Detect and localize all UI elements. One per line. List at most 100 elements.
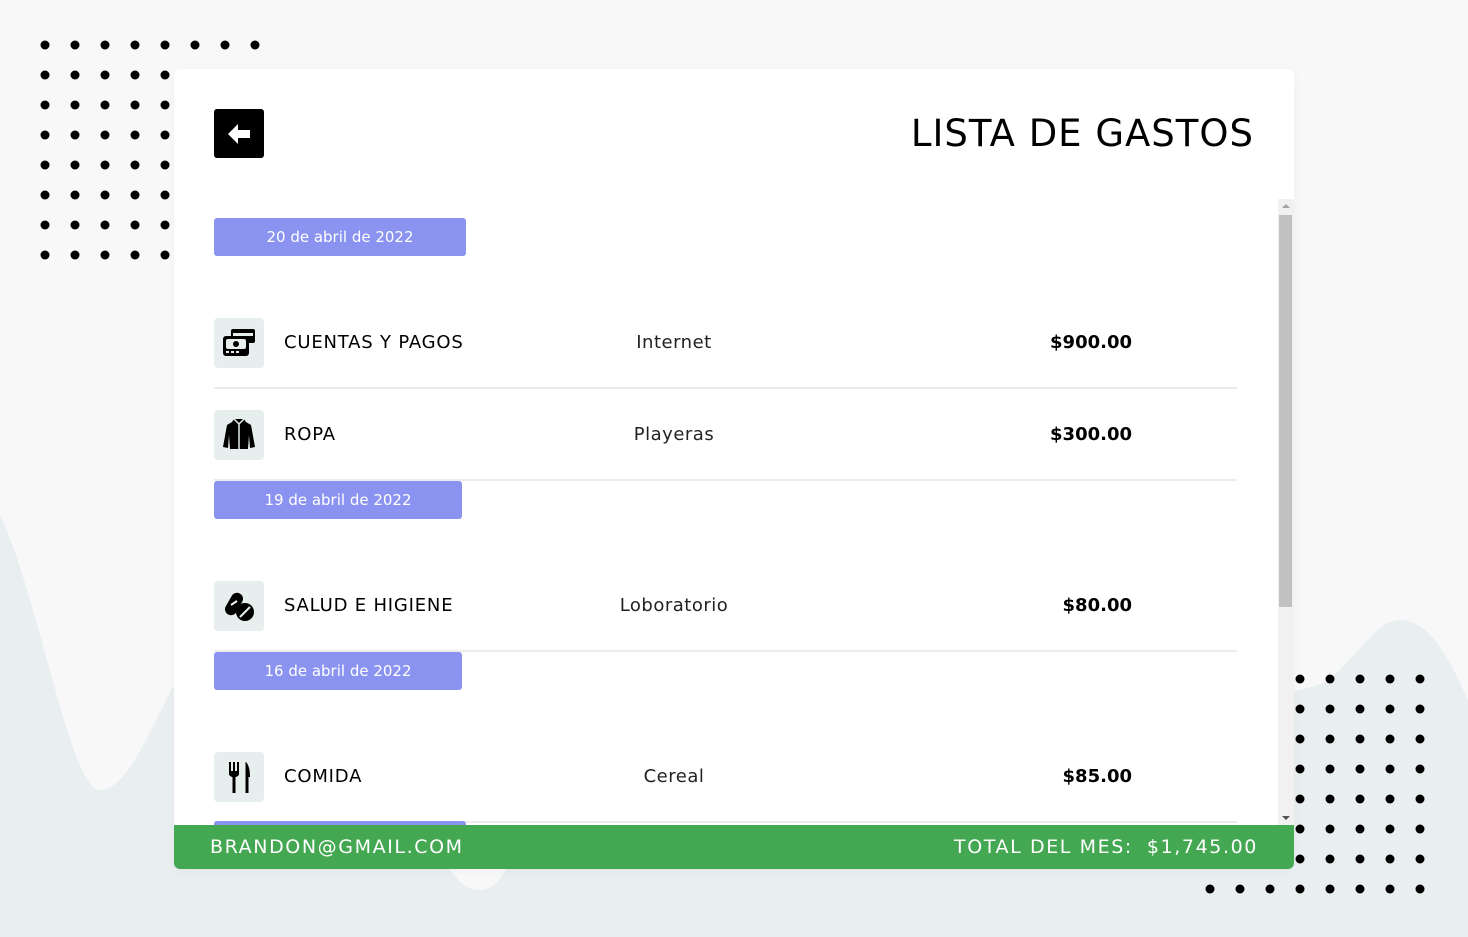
decorative-dot [1355, 704, 1365, 714]
decorative-dot [1355, 884, 1365, 894]
decorative-dot [40, 190, 50, 200]
decorative-dot [100, 160, 110, 170]
decorative-dot [1355, 764, 1365, 774]
expense-row[interactable]: COMIDA Cereal $85.00 [214, 731, 1237, 823]
decorative-dot [1295, 824, 1305, 834]
decorative-dot [1325, 854, 1335, 864]
expense-list: 20 de abril de 2022 CUENTAS Y PAGOS Inte… [214, 199, 1237, 825]
bills-payments-icon [214, 318, 264, 368]
total-label: TOTAL DEL MES: [954, 836, 1133, 858]
decorative-dot [160, 70, 170, 80]
decorative-dot [1385, 704, 1395, 714]
expense-amount: $300.00 [1050, 424, 1132, 445]
expense-amount: $80.00 [1062, 595, 1132, 616]
decorative-dot [160, 220, 170, 230]
decorative-dot [130, 220, 140, 230]
decorative-dot [1355, 794, 1365, 804]
decorative-dot [100, 190, 110, 200]
decorative-dot [1415, 854, 1425, 864]
decorative-dot [1265, 884, 1275, 894]
decorative-dot [100, 250, 110, 260]
decorative-dot [190, 40, 200, 50]
decorative-dot [1355, 734, 1365, 744]
expense-description: Playeras [633, 424, 715, 445]
footer-bar: BRANDON@GMAIL.COM TOTAL DEL MES: $1,745.0… [174, 825, 1294, 869]
scroll-thumb[interactable] [1279, 215, 1292, 607]
decorative-dot [1385, 884, 1395, 894]
jacket-icon [214, 410, 264, 460]
expense-description: Internet [636, 332, 712, 353]
decorative-dot [70, 130, 80, 140]
decorative-dot [1385, 764, 1395, 774]
scroll-down-arrow-icon[interactable] [1278, 811, 1294, 825]
date-badge: 19 de abril de 2022 [214, 481, 462, 519]
decorative-dot [40, 100, 50, 110]
decorative-dot [70, 40, 80, 50]
decorative-dot [1295, 884, 1305, 894]
decorative-dot [1385, 674, 1395, 684]
expense-row[interactable]: SALUD E HIGIENE Loboratorio $80.00 [214, 560, 1237, 652]
decorative-dot [100, 130, 110, 140]
total-value: $1,745.00 [1146, 836, 1258, 858]
list-scrollbar[interactable] [1278, 199, 1294, 825]
decorative-dot [1415, 734, 1425, 744]
date-badge: 16 de abril de 2022 [214, 652, 462, 690]
scroll-up-arrow-icon[interactable] [1278, 199, 1294, 213]
decorative-dot [1295, 794, 1305, 804]
decorative-dot [130, 70, 140, 80]
decorative-dot [100, 220, 110, 230]
decorative-dot [160, 130, 170, 140]
decorative-dot [1415, 884, 1425, 894]
decorative-dot [1415, 704, 1425, 714]
decorative-dot [70, 100, 80, 110]
decorative-dot [1415, 764, 1425, 774]
decorative-dot [70, 220, 80, 230]
decorative-dot [40, 70, 50, 80]
decorative-dot [1295, 854, 1305, 864]
decorative-dot [160, 100, 170, 110]
decorative-dot [100, 70, 110, 80]
decorative-dot [1385, 794, 1395, 804]
decorative-dot [40, 220, 50, 230]
decorative-dot [1325, 764, 1335, 774]
decorative-dot [130, 130, 140, 140]
decorative-dot [1415, 824, 1425, 834]
expense-amount: $85.00 [1062, 766, 1132, 787]
back-button[interactable] [214, 109, 264, 158]
expense-row[interactable]: CUENTAS Y PAGOS Internet $900.00 [214, 297, 1237, 389]
decorative-dot [40, 40, 50, 50]
decorative-dot [1205, 884, 1215, 894]
decorative-dot [100, 100, 110, 110]
decorative-dot [160, 40, 170, 50]
decorative-dot [40, 130, 50, 140]
decorative-dot [130, 190, 140, 200]
decorative-dot [1295, 764, 1305, 774]
page-title: LISTA DE GASTOS [910, 112, 1254, 155]
expense-category: COMIDA [284, 766, 363, 787]
decorative-dot [40, 250, 50, 260]
decorative-dot [40, 160, 50, 170]
decorative-dot [1385, 824, 1395, 834]
decorative-dot [1355, 824, 1365, 834]
expense-amount: $900.00 [1050, 332, 1132, 353]
expense-description: Cereal [643, 766, 705, 787]
decorative-dot [130, 40, 140, 50]
decorative-dot [160, 190, 170, 200]
decorative-dot [1295, 674, 1305, 684]
decorative-dot [1415, 674, 1425, 684]
decorative-dot [130, 250, 140, 260]
decorative-dot [1355, 854, 1365, 864]
decorative-dot [1295, 734, 1305, 744]
expense-category: ROPA [284, 424, 336, 445]
decorative-dot [1355, 674, 1365, 684]
decorative-dot [1415, 794, 1425, 804]
expense-row[interactable]: ROPA Playeras $300.00 [214, 389, 1237, 481]
arrow-left-icon [228, 123, 250, 144]
decorative-dot [1325, 824, 1335, 834]
decorative-dot [1385, 854, 1395, 864]
expense-description: Loboratorio [619, 595, 729, 616]
decorative-dot [1295, 704, 1305, 714]
decorative-dot [160, 160, 170, 170]
decorative-dot [1325, 704, 1335, 714]
fork-knife-icon [214, 752, 264, 802]
